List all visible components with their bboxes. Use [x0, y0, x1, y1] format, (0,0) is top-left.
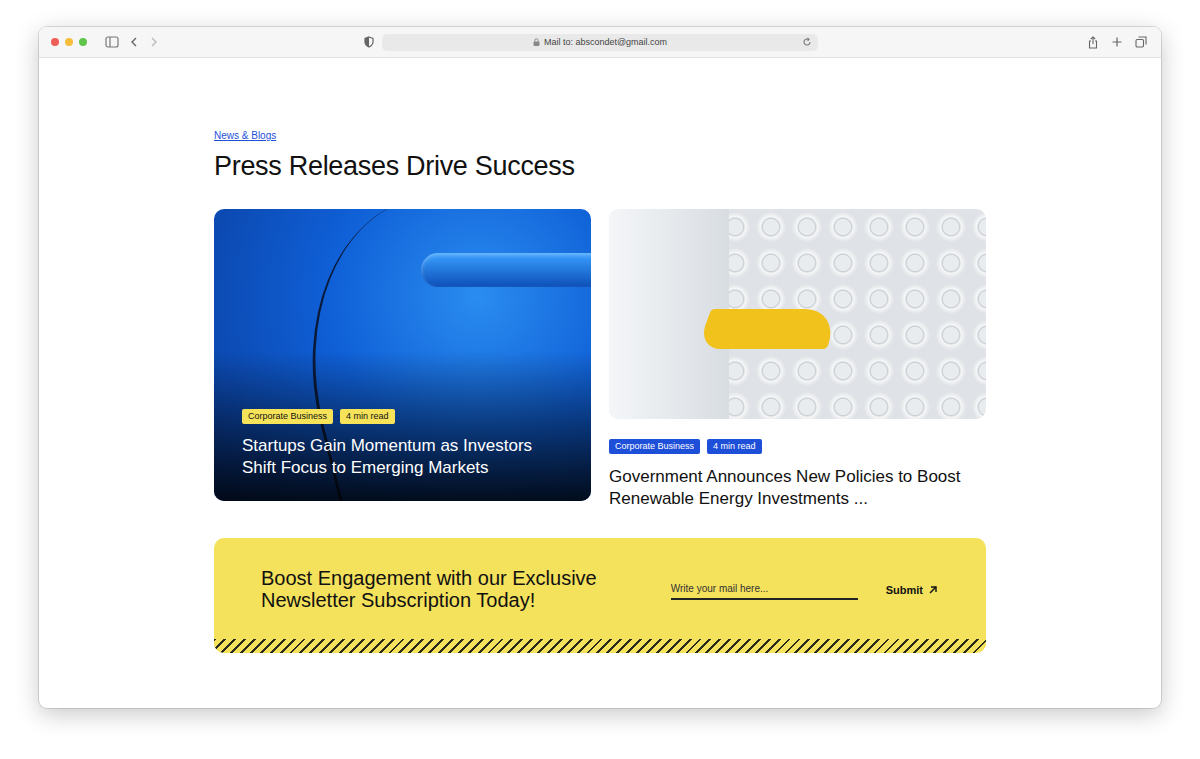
tag-list: Corporate Business 4 min read — [609, 439, 986, 454]
article-title[interactable]: Government Announces New Policies to Boo… — [609, 466, 986, 510]
newsletter-banner: Boost Engagement with our Exclusive News… — [214, 538, 986, 653]
newsletter-heading: Boost Engagement with our Exclusive News… — [261, 565, 641, 611]
close-button[interactable] — [51, 38, 59, 46]
address-text: Mail to: abscondet@gmail.com — [544, 37, 667, 47]
email-input[interactable] — [671, 581, 858, 600]
lock-icon — [533, 38, 540, 46]
newsletter-form: Submit — [671, 565, 938, 600]
forward-icon[interactable] — [149, 36, 159, 48]
section-link[interactable]: News & Blogs — [214, 129, 276, 143]
tabs-overview-icon[interactable] — [1135, 36, 1147, 48]
sidebar-icon[interactable] — [105, 36, 119, 48]
minimize-button[interactable] — [65, 38, 73, 46]
article-card[interactable]: Corporate Business 4 min read Government … — [609, 209, 986, 510]
zoom-button[interactable] — [79, 38, 87, 46]
arrow-up-right-icon — [928, 585, 938, 595]
submit-button[interactable]: Submit — [886, 580, 938, 600]
screen: Mail to: abscondet@gmail.com News & Blog… — [0, 0, 1200, 759]
tag[interactable]: 4 min read — [707, 439, 762, 454]
toolbar: Mail to: abscondet@gmail.com — [39, 27, 1161, 58]
stripe-band — [214, 639, 986, 653]
tag[interactable]: Corporate Business — [609, 439, 700, 454]
address-bar[interactable]: Mail to: abscondet@gmail.com — [382, 34, 818, 51]
new-tab-icon[interactable] — [1111, 36, 1123, 48]
window-controls — [51, 38, 87, 46]
shield-icon[interactable] — [364, 36, 374, 48]
page: News & Blogs Press Releases Drive Succes… — [39, 58, 1161, 708]
back-icon[interactable] — [129, 36, 139, 48]
tag[interactable]: 4 min read — [340, 409, 395, 424]
tag[interactable]: Corporate Business — [242, 409, 333, 424]
article-card[interactable]: Corporate Business 4 min read Startups Ga… — [214, 209, 591, 501]
browser-window: Mail to: abscondet@gmail.com News & Blog… — [39, 27, 1161, 708]
article-title[interactable]: Startups Gain Momentum as Investors Shif… — [242, 435, 563, 479]
article-list: Corporate Business 4 min read Startups Ga… — [214, 209, 986, 510]
article-photo — [609, 209, 986, 419]
section-title: Press Releases Drive Success — [214, 149, 986, 183]
tag-list: Corporate Business 4 min read — [242, 409, 563, 424]
reload-icon[interactable] — [802, 37, 812, 47]
share-icon[interactable] — [1087, 36, 1099, 49]
